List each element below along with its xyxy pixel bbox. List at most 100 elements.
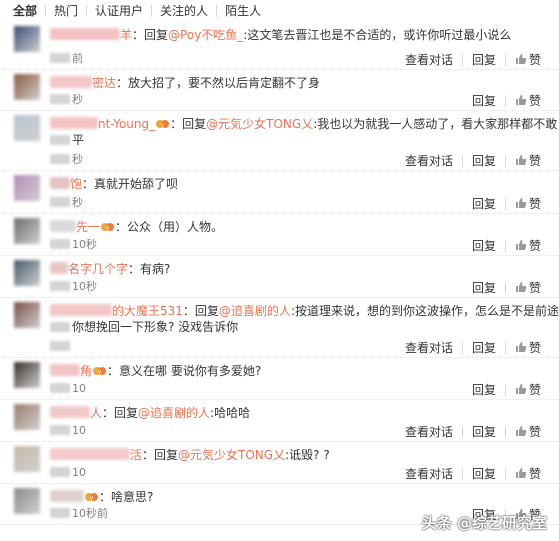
like-button[interactable]: 赞 (515, 339, 541, 356)
username-fragment[interactable]: 密达 (92, 76, 116, 90)
like-button[interactable]: 赞 (515, 465, 541, 482)
like-label: 赞 (528, 467, 541, 481)
reply-link[interactable]: 回复 (472, 152, 496, 169)
tab-following[interactable]: 关注的人 (151, 5, 216, 17)
like-button[interactable]: 赞 (515, 237, 541, 254)
reply-link[interactable]: 回复 (472, 51, 496, 68)
comment-segment: ：回复 (102, 406, 139, 420)
username-fragment[interactable]: 活 (130, 448, 142, 462)
avatar[interactable] (14, 488, 40, 514)
comment-text: v ：啥意思? (50, 488, 541, 506)
tab-all[interactable]: 全部 (13, 5, 45, 17)
blurred-time (50, 154, 70, 164)
comment-text: 人：回复@追喜剧的人:哈哈哈 (50, 404, 541, 422)
comment-segment: :哈哈哈 (210, 406, 251, 420)
username-blurred[interactable] (50, 177, 70, 189)
username-blurred[interactable] (50, 304, 112, 316)
like-button[interactable]: 赞 (515, 92, 541, 109)
avatar[interactable] (14, 175, 40, 201)
username-blurred[interactable] (50, 406, 90, 418)
username-fragment[interactable]: 的大魔王531 (112, 304, 183, 318)
reply-link[interactable]: 回复 (472, 279, 496, 296)
like-button[interactable]: 赞 (515, 381, 541, 398)
blurred-text (50, 322, 70, 332)
timestamp-text: 10秒 (72, 238, 97, 251)
reply-link[interactable]: 回复 (472, 381, 496, 398)
comment-text: 名字几个字：有病? (50, 260, 541, 278)
tab-hot[interactable]: 热门 (45, 5, 86, 17)
like-button[interactable]: 赞 (515, 51, 541, 68)
timestamp (50, 340, 72, 354)
username-fragment[interactable]: 名字几个字 (68, 262, 128, 276)
username-fragment[interactable]: 人 (90, 406, 102, 420)
view-conversation-link[interactable]: 查看对话 (405, 423, 453, 440)
like-label: 赞 (528, 281, 541, 295)
avatar[interactable] (14, 74, 40, 100)
timestamp: 10秒 (50, 238, 97, 252)
svg-text:v: v (98, 369, 102, 376)
username-fragment[interactable]: 羊 (120, 28, 132, 42)
avatar[interactable] (14, 302, 40, 328)
mention-link[interactable]: @Poy不吃鱼_ (168, 28, 243, 42)
like-button[interactable]: 赞 (515, 279, 541, 296)
username-blurred[interactable] (50, 364, 80, 376)
like-button[interactable]: 赞 (515, 152, 541, 169)
avatar[interactable] (14, 362, 40, 388)
username-blurred[interactable] (50, 220, 76, 232)
username-blurred[interactable] (50, 117, 98, 129)
comment-segment: ：有病? (128, 262, 171, 276)
timestamp: 10 (50, 382, 86, 396)
reply-link[interactable]: 回复 (472, 195, 496, 212)
tab-verified-users[interactable]: 认证用户 (86, 5, 151, 17)
avatar[interactable] (14, 404, 40, 430)
like-label: 赞 (528, 53, 541, 67)
reply-link[interactable]: 回复 (472, 92, 496, 109)
timestamp: 前 (50, 52, 83, 66)
view-conversation-link[interactable]: 查看对话 (405, 152, 453, 169)
username-blurred[interactable] (50, 28, 120, 40)
blurred-time (50, 53, 70, 63)
svg-text:v: v (90, 495, 94, 502)
avatar[interactable] (14, 115, 40, 141)
like-button[interactable]: 赞 (515, 195, 541, 212)
username-fragment[interactable]: 角 (80, 364, 92, 378)
divider (504, 154, 506, 167)
like-label: 赞 (528, 341, 541, 355)
avatar[interactable] (14, 26, 40, 52)
view-conversation-link[interactable]: 查看对话 (405, 465, 453, 482)
thumbs-up-icon (515, 468, 527, 478)
username-blurred[interactable] (50, 76, 92, 88)
username-blurred[interactable] (50, 448, 130, 460)
username-fragment[interactable]: 饱 (70, 177, 82, 191)
tab-strangers[interactable]: 陌生人 (216, 5, 269, 17)
blurred-time (50, 508, 70, 518)
comment-segment: :我也以为就我一人感动了，看大家那样都不敢 (313, 117, 558, 131)
avatar[interactable] (14, 260, 40, 286)
mention-link[interactable]: @元気少女TONG乂 (206, 117, 313, 131)
reply-link[interactable]: 回复 (472, 423, 496, 440)
username-fragment[interactable]: nt-Young_ (98, 117, 155, 131)
timestamp: 10 (50, 466, 86, 480)
timestamp: 秒 (50, 153, 83, 167)
mention-link[interactable]: @元気少女TONG乂 (178, 448, 285, 462)
blurred-time (50, 94, 70, 104)
username-blurred[interactable] (50, 490, 84, 502)
reply-link[interactable]: 回复 (472, 465, 496, 482)
divider (504, 281, 506, 294)
mention-link[interactable]: @追喜剧的人 (138, 406, 210, 420)
avatar[interactable] (14, 446, 40, 472)
username-blurred[interactable] (50, 262, 68, 274)
view-conversation-link[interactable]: 查看对话 (405, 339, 453, 356)
reply-link[interactable]: 回复 (472, 339, 496, 356)
comment-segment: ：放大招了，要不然以后肯定翻不了身 (116, 76, 321, 90)
timestamp: 秒 (50, 196, 83, 210)
reply-link[interactable]: 回复 (472, 237, 496, 254)
timestamp-text: 秒 (72, 153, 83, 166)
comment-row: 先一 v ：公众（用）人物。 10秒 回复 赞 (0, 214, 559, 256)
like-button[interactable]: 赞 (515, 423, 541, 440)
view-conversation-link[interactable]: 查看对话 (405, 51, 453, 68)
avatar[interactable] (14, 218, 40, 244)
username-fragment[interactable]: 先一 (76, 220, 100, 234)
mention-link[interactable]: @追喜剧的人 (219, 304, 291, 318)
comment-segment: ：啥意思? (99, 490, 154, 504)
